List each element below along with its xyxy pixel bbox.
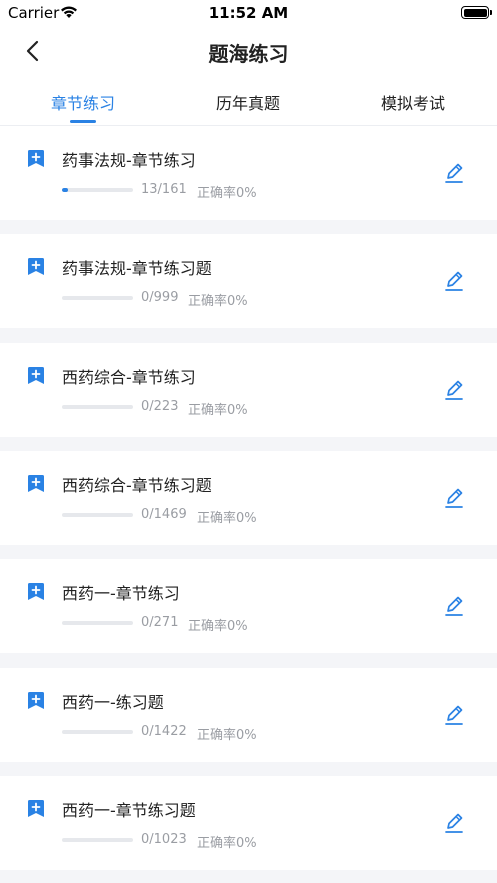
item-title: 西药一-练习题 bbox=[62, 693, 164, 712]
edit-icon[interactable] bbox=[443, 811, 465, 835]
progress-count: 0/223 bbox=[141, 399, 179, 414]
bookmark-plus-icon bbox=[28, 475, 44, 492]
accuracy-label: 正确率0% bbox=[197, 186, 257, 201]
edit-icon[interactable] bbox=[443, 378, 465, 402]
item-title: 药事法规-章节练习题 bbox=[62, 259, 212, 278]
item-title: 西药一-章节练习 bbox=[62, 584, 180, 603]
progress-count: 0/271 bbox=[141, 615, 179, 630]
list-item[interactable]: 西药一-练习题 0/1422 正确率0% bbox=[0, 668, 497, 762]
bookmark-plus-icon bbox=[28, 692, 44, 709]
accuracy-label: 正确率0% bbox=[188, 403, 248, 418]
battery-icon bbox=[461, 6, 492, 19]
list-item[interactable]: 西药一-章节练习 0/271 正确率0% bbox=[0, 559, 497, 653]
progress-bar bbox=[62, 296, 133, 300]
bookmark-plus-icon bbox=[28, 583, 44, 600]
list-item[interactable]: 西药一-章节练习题 0/1023 正确率0% bbox=[0, 776, 497, 870]
progress-count: 13/161 bbox=[141, 182, 187, 197]
tab-active-indicator bbox=[70, 120, 96, 123]
accuracy-label: 正确率0% bbox=[197, 511, 257, 526]
accuracy-label: 正确率0% bbox=[197, 836, 257, 851]
list-item[interactable]: 药事法规-章节练习题 0/999 正确率0% bbox=[0, 234, 497, 328]
progress-count: 0/1422 bbox=[141, 724, 187, 739]
edit-icon[interactable] bbox=[443, 269, 465, 293]
nav-bar: 题海练习 bbox=[0, 26, 497, 76]
bookmark-plus-icon bbox=[28, 367, 44, 384]
edit-icon[interactable] bbox=[443, 703, 465, 727]
status-bar: Carrier 11:52 AM bbox=[0, 0, 497, 26]
item-title: 西药一-章节练习题 bbox=[62, 801, 196, 820]
progress-bar bbox=[62, 188, 133, 192]
page-title: 题海练习 bbox=[208, 42, 289, 66]
status-time: 11:52 AM bbox=[208, 4, 289, 22]
tab-chapter-practice[interactable]: 章节练习 bbox=[13, 90, 153, 114]
accuracy-label: 正确率0% bbox=[197, 728, 257, 743]
item-title: 西药综合-章节练习题 bbox=[62, 476, 212, 495]
list-item[interactable]: 西药综合-章节练习题 0/1469 正确率0% bbox=[0, 451, 497, 545]
accuracy-label: 正确率0% bbox=[188, 294, 248, 309]
progress-bar bbox=[62, 405, 133, 409]
item-title: 西药综合-章节练习 bbox=[62, 368, 196, 387]
progress-bar bbox=[62, 621, 133, 625]
progress-count: 0/999 bbox=[141, 290, 179, 305]
progress-bar bbox=[62, 730, 133, 734]
tab-past-exams[interactable]: 历年真题 bbox=[178, 90, 318, 114]
item-title: 药事法规-章节练习 bbox=[62, 151, 196, 170]
bookmark-plus-icon bbox=[28, 258, 44, 275]
list-item[interactable]: 西药综合-章节练习 0/223 正确率0% bbox=[0, 343, 497, 437]
progress-bar bbox=[62, 838, 133, 842]
list-item[interactable]: 药事法规-章节练习 13/161 正确率0% bbox=[0, 126, 497, 220]
progress-fill bbox=[62, 188, 68, 192]
progress-bar bbox=[62, 513, 133, 517]
edit-icon[interactable] bbox=[443, 161, 465, 185]
bookmark-plus-icon bbox=[28, 800, 44, 817]
progress-count: 0/1023 bbox=[141, 832, 187, 847]
accuracy-label: 正确率0% bbox=[188, 619, 248, 634]
bookmark-plus-icon bbox=[28, 150, 44, 167]
edit-icon[interactable] bbox=[443, 486, 465, 510]
edit-icon[interactable] bbox=[443, 594, 465, 618]
progress-count: 0/1469 bbox=[141, 507, 187, 522]
tab-mock-exam[interactable]: 模拟考试 bbox=[343, 90, 483, 114]
tab-bar: 章节练习 历年真题 模拟考试 bbox=[0, 76, 497, 126]
